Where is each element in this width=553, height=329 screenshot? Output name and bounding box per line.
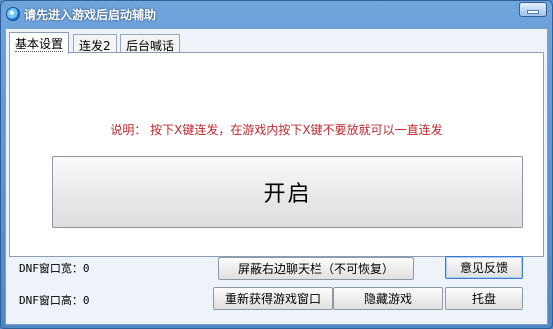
tab-label: 后台喊话 [126,39,175,53]
minimize-button[interactable] [519,2,547,17]
title-bar[interactable]: 请先进入游戏后启动辅助 [1,1,552,27]
window-title: 请先进入游戏后启动辅助 [24,8,157,22]
minimize-icon [528,11,538,13]
reacquire-game-window-button[interactable]: 重新获得游戏窗口 [213,287,333,310]
tab-basic-settings[interactable]: 基本设置 [9,32,70,54]
feedback-button[interactable]: 意见反馈 [445,256,523,279]
app-globe-icon [6,7,20,21]
tab-label: 基本设置 [15,37,64,52]
block-right-chat-button[interactable]: 屏蔽右边聊天栏（不可恢复） [218,257,414,280]
dnf-window-width-label: DNF窗口宽：0 [19,262,90,275]
client-area: 基本设置 连发2 后台喊话 说明： 按下X键连发，在游戏内按下X键不要放就可以一… [5,28,548,325]
tab-label: 连发2 [79,39,111,53]
tab-panel-basic-settings: 说明： 按下X键连发，在游戏内按下X键不要放就可以一直连发 开启 [9,52,544,257]
instruction-text: 说明： 按下X键连发，在游戏内按下X键不要放就可以一直连发 [110,123,443,137]
app-window: 请先进入游戏后启动辅助 基本设置 连发2 后台喊话 说明： 按下X键连发，在游戏… [0,0,553,329]
tab-background-shout[interactable]: 后台喊话 [120,34,181,53]
tray-button[interactable]: 托盘 [445,287,523,310]
start-button[interactable]: 开启 [52,156,523,228]
dnf-window-height-label: DNF窗口高：0 [19,294,90,307]
tab-burst-2[interactable]: 连发2 [73,34,117,53]
hide-game-button[interactable]: 隐藏游戏 [333,287,443,310]
